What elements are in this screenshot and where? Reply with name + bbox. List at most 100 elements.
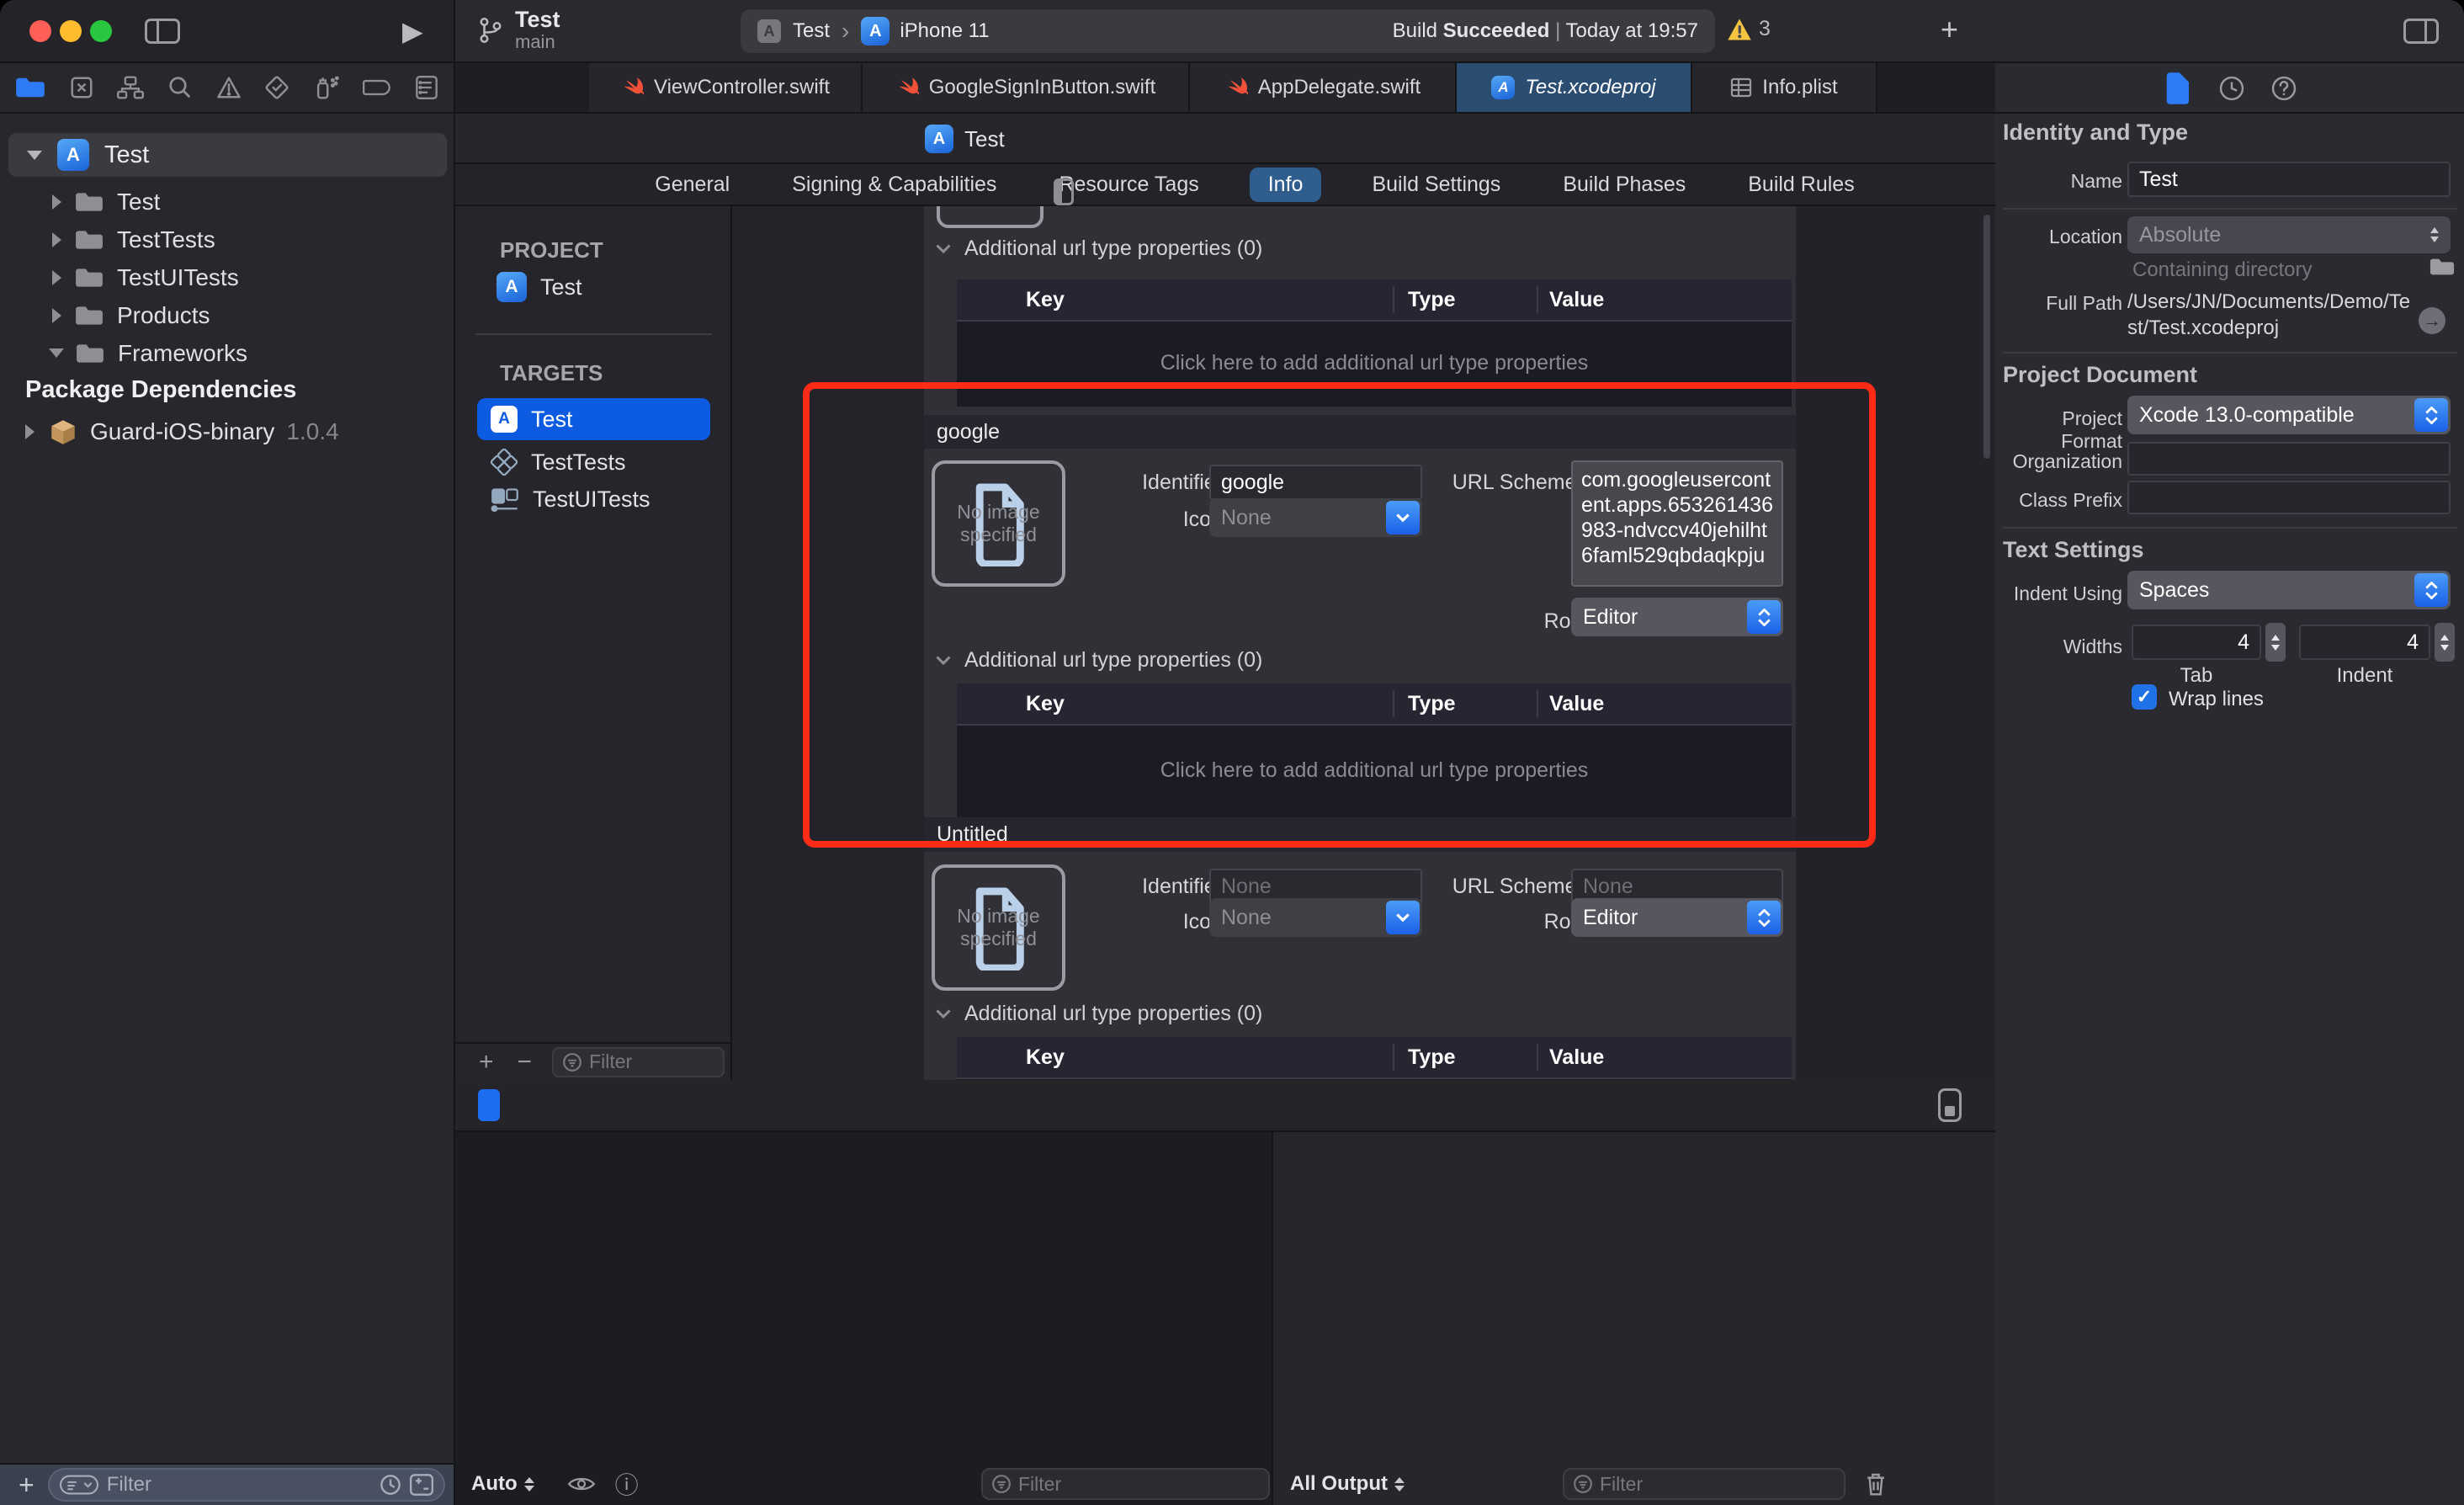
role-dropdown-untitled[interactable]: Editor — [1571, 898, 1783, 937]
tab-general[interactable]: General — [643, 168, 741, 202]
navigator-filter-field[interactable]: Filter — [48, 1468, 445, 1502]
url-schemes-field-google[interactable]: com.googleusercontent.apps.653261436983-… — [1571, 460, 1783, 587]
info-icon[interactable]: ⓘ — [615, 1467, 639, 1501]
props-table-2[interactable]: Key Type Value Click here to add additio… — [957, 683, 1792, 817]
target-row-test-selected[interactable]: A Test — [477, 398, 710, 440]
dropdown-stepper-button[interactable] — [1747, 600, 1781, 634]
add-tab-button[interactable]: + — [1941, 12, 1958, 47]
tree-row-testuitests-folder[interactable]: TestUITests — [0, 258, 239, 296]
image-well-google[interactable]: No image specified — [932, 460, 1065, 587]
file-inspector-icon[interactable] — [2164, 72, 2189, 104]
additional-props-disclosure[interactable]: Additional url type properties (0) — [936, 1002, 1262, 1026]
dropdown-stepper-button[interactable] — [2414, 398, 2448, 432]
empty-table-hint[interactable]: Click here to add additional url type pr… — [957, 726, 1792, 816]
indent-using-dropdown[interactable]: Spaces — [2127, 571, 2451, 609]
vertical-scrollbar[interactable] — [1983, 215, 1990, 459]
quicklook-eye-icon[interactable] — [568, 1476, 595, 1492]
chevron-down-icon[interactable] — [936, 244, 951, 254]
targets-filter-field[interactable]: Filter — [552, 1047, 725, 1077]
tab-signing-capabilities[interactable]: Signing & Capabilities — [780, 168, 1008, 202]
props-table-1[interactable]: Key Type Value Click here to add additio… — [957, 279, 1792, 407]
tab-width-stepper[interactable] — [2265, 623, 2286, 662]
identifier-field-google[interactable]: google — [1209, 465, 1422, 500]
issue-navigator-icon[interactable] — [216, 76, 242, 99]
variables-filter-field[interactable]: Filter — [981, 1468, 1270, 1500]
report-navigator-icon[interactable] — [415, 74, 438, 101]
organization-field[interactable] — [2127, 442, 2451, 476]
toggle-projects-list-icon[interactable] — [1054, 178, 1074, 205]
dropdown-chevron-button[interactable] — [1386, 501, 1420, 534]
dropdown-stepper-button[interactable] — [2414, 573, 2448, 607]
empty-table-hint[interactable]: Click here to add additional url type pr… — [957, 322, 1792, 405]
dropdown-stepper-button[interactable] — [1747, 901, 1781, 934]
chevron-right-icon[interactable] — [52, 194, 61, 210]
hide-debug-area-icon[interactable] — [1938, 1088, 1962, 1122]
tree-row-frameworks-folder[interactable]: Frameworks — [0, 334, 247, 372]
reveal-arrow-icon[interactable] — [2419, 307, 2445, 334]
indent-width-field[interactable]: 4 — [2299, 625, 2430, 660]
tab-viewcontroller[interactable]: ViewController.swift — [589, 63, 863, 112]
history-inspector-icon[interactable] — [2219, 76, 2244, 101]
image-well-partial[interactable] — [937, 206, 1043, 228]
project-format-dropdown[interactable]: Xcode 13.0-compatible — [2127, 396, 2451, 434]
target-row-testtests[interactable]: TestTests — [491, 449, 626, 476]
help-inspector-icon[interactable] — [2271, 76, 2297, 101]
filter-options-icon[interactable] — [60, 1475, 98, 1495]
additional-props-disclosure[interactable]: Additional url type properties (0) — [936, 237, 1262, 261]
chevron-right-icon[interactable] — [52, 270, 61, 285]
variables-scope-dropdown[interactable]: Auto — [471, 1472, 518, 1496]
toggle-navigator-icon[interactable] — [145, 19, 180, 44]
minimize-window-button[interactable] — [60, 20, 82, 42]
tab-build-rules[interactable]: Build Rules — [1736, 168, 1866, 202]
remove-target-button[interactable]: − — [518, 1048, 533, 1077]
tree-row-products-folder[interactable]: Products — [0, 296, 210, 334]
chevron-right-icon[interactable] — [52, 308, 61, 323]
project-row[interactable]: Test — [497, 272, 582, 302]
tree-row-package[interactable]: Guard-iOS-binary 1.0.4 — [0, 412, 339, 450]
class-prefix-field[interactable] — [2127, 481, 2451, 514]
dropdown-chevron-button[interactable] — [1386, 901, 1420, 934]
wrap-lines-checkbox[interactable] — [2132, 684, 2157, 710]
props-table-3[interactable]: Key Type Value — [957, 1037, 1792, 1080]
tab-googlesigninbutton[interactable]: GoogleSignInButton.swift — [863, 63, 1190, 112]
chevron-down-icon[interactable] — [936, 656, 951, 666]
location-dropdown[interactable]: Absolute — [2127, 216, 2451, 253]
search-navigator-icon[interactable] — [167, 75, 193, 100]
zoom-window-button[interactable] — [90, 20, 112, 42]
tab-appdelegate[interactable]: AppDelegate.swift — [1190, 63, 1457, 112]
icon-dropdown-untitled[interactable]: None — [1209, 898, 1422, 937]
trash-icon[interactable] — [1864, 1470, 1888, 1497]
role-dropdown-google[interactable]: Editor — [1571, 598, 1783, 636]
tab-width-field[interactable]: 4 — [2132, 625, 2261, 660]
toggle-inspector-icon[interactable] — [2403, 19, 2439, 44]
breakpoint-navigator-icon[interactable] — [363, 77, 391, 98]
chevron-right-icon[interactable] — [25, 424, 35, 439]
tab-build-settings[interactable]: Build Settings — [1360, 168, 1512, 202]
choose-folder-icon[interactable] — [2429, 257, 2455, 277]
tab-xcodeproj-active[interactable]: Test.xcodeproj — [1457, 63, 1692, 112]
image-well-untitled[interactable]: No image specified — [932, 864, 1065, 991]
symbol-navigator-icon[interactable] — [117, 75, 144, 100]
scheme-destination[interactable]: iPhone 11 — [900, 19, 989, 43]
project-navigator-icon[interactable] — [15, 76, 45, 99]
indent-width-stepper[interactable] — [2435, 623, 2455, 662]
jumpbar-item[interactable]: Test — [964, 126, 1005, 152]
additional-props-disclosure[interactable]: Additional url type properties (0) — [936, 648, 1262, 673]
name-field[interactable]: Test — [2127, 162, 2451, 197]
add-button[interactable]: + — [19, 1470, 35, 1501]
tab-build-phases[interactable]: Build Phases — [1551, 168, 1697, 202]
recents-clock-icon[interactable] — [380, 1474, 401, 1496]
tab-infoplist[interactable]: Info.plist — [1692, 63, 1877, 112]
tree-row-project-root[interactable]: Test — [8, 133, 447, 177]
console-filter-field[interactable]: Filter — [1563, 1468, 1845, 1500]
chevron-down-icon[interactable] — [936, 1009, 951, 1019]
test-navigator-icon[interactable] — [264, 75, 289, 100]
warning-badge[interactable]: 3 — [1727, 17, 1771, 41]
console-scope-dropdown[interactable]: All Output — [1290, 1472, 1388, 1496]
flagged-filter-icon[interactable] — [410, 1474, 433, 1496]
run-button[interactable]: ▶ — [402, 15, 423, 47]
close-window-button[interactable] — [29, 20, 51, 42]
add-target-button[interactable]: + — [479, 1048, 494, 1077]
chevron-right-icon[interactable] — [52, 232, 61, 247]
breakpoints-toggle-icon[interactable] — [478, 1089, 500, 1121]
